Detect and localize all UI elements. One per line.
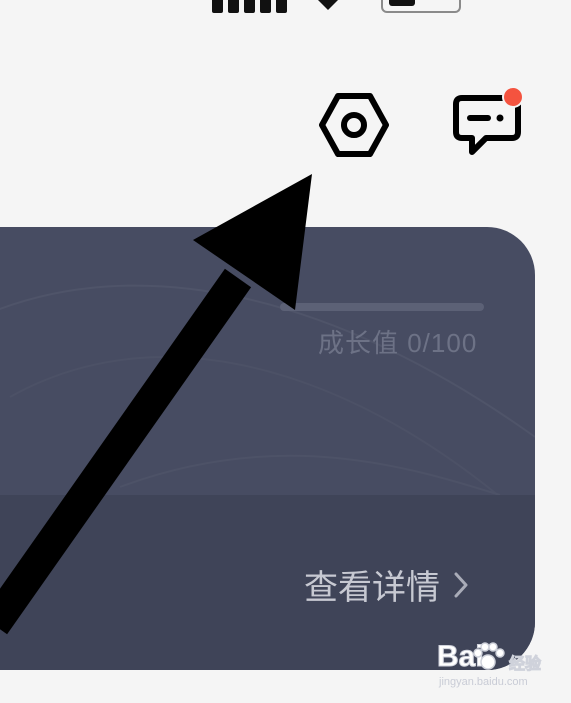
member-card: 成长值 0/100 查看详情	[0, 227, 535, 670]
growth-value-label: 成长值 0/100	[318, 328, 478, 358]
watermark-site: jingyan.baidu.com	[439, 676, 528, 688]
hexagon-settings-icon	[319, 93, 389, 157]
paw-icon	[473, 642, 505, 670]
view-details-link[interactable]: 查看详情	[304, 560, 468, 609]
watermark: Bai 经验 jingyan.baidu.com	[437, 640, 549, 692]
messages-button[interactable]	[448, 86, 532, 160]
status-bar	[0, 0, 571, 16]
watermark-logo-suffix: 经验	[508, 656, 542, 674]
view-details-label: 查看详情	[304, 569, 440, 607]
signal-bars-icon	[212, 0, 287, 13]
battery-icon	[381, 0, 461, 13]
growth-progress-bar	[280, 303, 484, 311]
unread-badge	[502, 86, 524, 108]
wifi-icon	[318, 0, 338, 10]
settings-button[interactable]	[318, 92, 390, 158]
chevron-right-icon	[454, 572, 468, 597]
